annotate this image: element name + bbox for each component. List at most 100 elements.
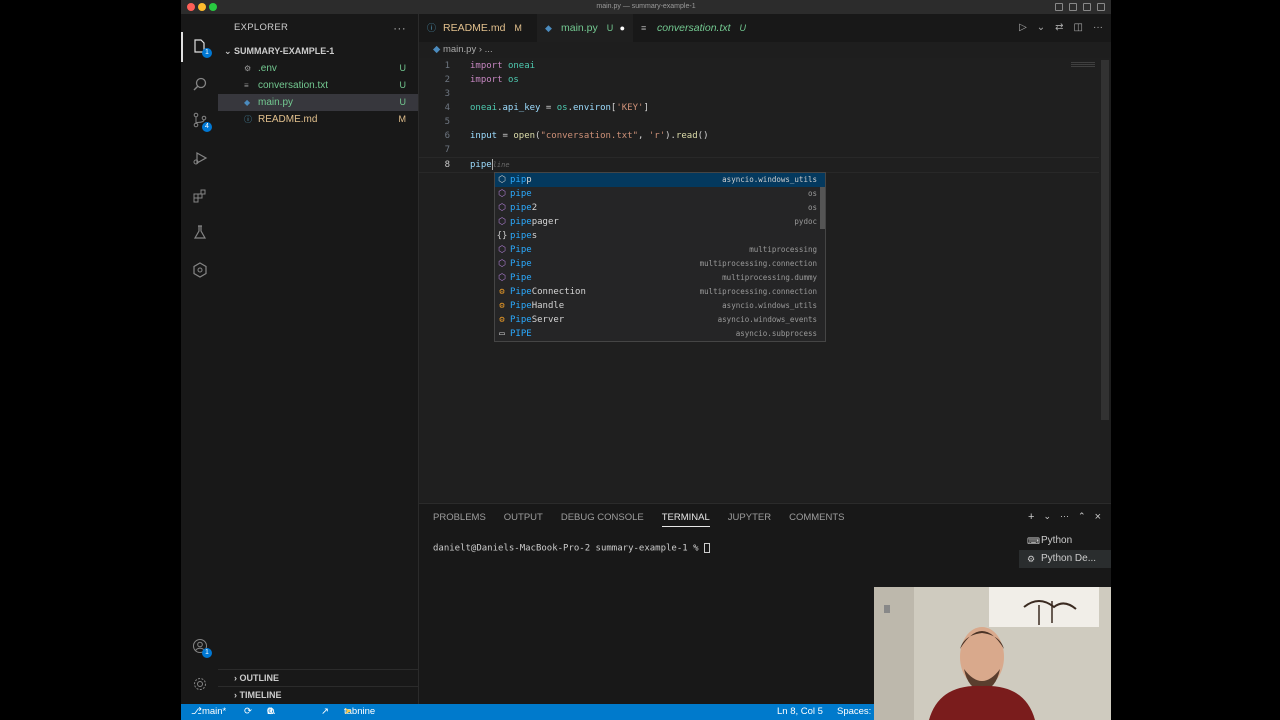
warning-count: 0 xyxy=(267,706,273,717)
python-file-icon: ◆ xyxy=(244,98,251,107)
tab-conversation[interactable]: ≡ conversation.txt U xyxy=(633,14,763,42)
toggle-panel-icon[interactable] xyxy=(1069,3,1077,11)
split-editor-icon[interactable]: ◫ xyxy=(1074,22,1083,33)
suggestion-item[interactable]: ⚙ PipeServer asyncio.windows_events xyxy=(495,313,825,327)
info-file-icon: ⓘ xyxy=(244,115,252,124)
python-file-icon: ◆ xyxy=(545,23,552,33)
tab-flag: U xyxy=(606,23,614,33)
active-indicator xyxy=(181,32,183,62)
class-icon: ⚙ xyxy=(499,287,505,297)
breadcrumb-separator: › xyxy=(478,44,483,55)
suggestion-item[interactable]: ▭ PIPE asyncio.subprocess xyxy=(495,327,825,341)
suggestion-item[interactable]: ⬡ pipe os xyxy=(495,187,825,201)
accounts-badge: 1 xyxy=(202,648,212,658)
suggestion-item[interactable]: ⬡ pipe2 os xyxy=(495,201,825,215)
file-item-readme[interactable]: ⓘ README.md M xyxy=(218,111,418,128)
sync-icon[interactable]: ⟳ xyxy=(244,704,252,720)
ghost-suggestion: line xyxy=(492,161,510,169)
git-status-badge: M xyxy=(398,114,407,124)
suggestion-detail: pydoc xyxy=(794,217,817,226)
more-actions-icon[interactable]: ··· xyxy=(393,14,406,42)
source-control-icon[interactable]: 4 xyxy=(190,110,212,132)
braces-icon: {} xyxy=(496,231,508,241)
run-file-icon[interactable]: ▷ xyxy=(1019,22,1027,33)
suggestion-label: pipe xyxy=(510,189,532,199)
code-text: oneai.api_key = os.environ['KEY'] xyxy=(470,103,649,113)
suggestion-label: PipeConnection xyxy=(510,287,586,297)
accounts-icon[interactable]: 1 xyxy=(190,636,212,658)
explorer-title: EXPLORER xyxy=(234,22,289,33)
indentation[interactable]: Spaces: xyxy=(837,704,871,720)
minimize-window-button[interactable] xyxy=(198,3,206,11)
line-number: 4 xyxy=(444,103,450,113)
branch-item[interactable]: ⎇ main* xyxy=(191,704,226,720)
toggle-secondary-sidebar-icon[interactable] xyxy=(1083,3,1091,11)
explorer-icon[interactable]: 1 xyxy=(190,36,212,58)
timeline-section[interactable]: › TIMELINE xyxy=(218,686,418,703)
suggestion-item[interactable]: ⚙ PipeConnection multiprocessing.connectio… xyxy=(495,285,825,299)
code-line: 5 xyxy=(419,115,1099,129)
run-debug-icon[interactable] xyxy=(190,148,210,168)
close-window-button[interactable] xyxy=(187,3,195,11)
file-item-main[interactable]: ◆ main.py U xyxy=(218,94,418,111)
suggestion-label: PIPE xyxy=(510,329,532,339)
toggle-sidebar-icon[interactable] xyxy=(1055,3,1063,11)
breadcrumb-more[interactable]: ... xyxy=(485,44,493,55)
code-line: 4 oneai.api_key = os.environ['KEY'] xyxy=(419,101,1099,115)
new-terminal-icon[interactable]: + xyxy=(1028,511,1034,523)
suggestion-label: Pipe xyxy=(510,259,532,269)
compare-changes-icon[interactable]: ⇄ xyxy=(1055,22,1063,33)
tab-jupyter[interactable]: JUPYTER xyxy=(728,512,771,527)
live-share-icon[interactable]: ↗ xyxy=(321,704,329,720)
file-name: .env xyxy=(258,63,277,74)
line-number: 6 xyxy=(444,131,450,141)
file-item-conversation[interactable]: ≡ conversation.txt U xyxy=(218,77,418,94)
search-icon[interactable] xyxy=(190,74,210,94)
terminal-item-python-debug[interactable]: ⚙ Python De... xyxy=(1019,550,1111,568)
suggestion-item[interactable]: ⬡ Pipe multiprocessing xyxy=(495,243,825,257)
run-menu-chevron-icon[interactable]: ⌄ xyxy=(1037,22,1045,33)
terminal-dropdown-chevron-icon[interactable]: ⌄ xyxy=(1043,511,1051,523)
suggestion-item[interactable]: ⬡ Pipe multiprocessing.dummy xyxy=(495,271,825,285)
code-line: 6 input = open("conversation.txt", 'r').… xyxy=(419,129,1099,143)
testing-icon[interactable] xyxy=(190,222,210,242)
outline-section[interactable]: › OUTLINE xyxy=(218,669,418,686)
suggestion-item[interactable]: ⬡ Pipe multiprocessing.connection xyxy=(495,257,825,271)
code-line: 7 xyxy=(419,143,1099,157)
suggestion-item[interactable]: ⬡ pipp asyncio.windows_utils xyxy=(495,173,825,187)
file-name: conversation.txt xyxy=(258,80,329,91)
tab-readme[interactable]: ⓘ README.md M xyxy=(419,14,537,42)
tab-debug-console[interactable]: DEBUG CONSOLE xyxy=(561,512,644,527)
tab-main[interactable]: ◆ main.py U ● xyxy=(537,14,633,42)
editor-scrollbar[interactable] xyxy=(1101,60,1109,420)
module-icon: ⬡ xyxy=(498,259,506,269)
settings-gear-icon[interactable] xyxy=(190,674,210,694)
unsaved-dot-icon[interactable]: ● xyxy=(620,14,625,42)
zoom-window-button[interactable] xyxy=(209,3,217,11)
terminal-item-python[interactable]: ⌨ Python xyxy=(1019,532,1111,550)
terminal-prompt-line[interactable]: danielt@Daniels-MacBook-Pro-2 summary-ex… xyxy=(433,543,710,554)
more-actions-icon[interactable]: ··· xyxy=(1060,511,1069,523)
suggestion-item[interactable]: ⚙ PipeHandle asyncio.windows_utils xyxy=(495,299,825,313)
suggestion-item[interactable]: {} pipes xyxy=(495,229,825,243)
maximize-panel-icon[interactable]: ⌃ xyxy=(1078,511,1086,523)
tab-problems[interactable]: PROBLEMS xyxy=(433,512,486,527)
tab-comments[interactable]: COMMENTS xyxy=(789,512,844,527)
extensions-icon[interactable] xyxy=(190,186,210,206)
file-item-env[interactable]: ⚙ .env U xyxy=(218,60,418,77)
suggestion-detail: asyncio.windows_utils xyxy=(722,301,817,310)
folder-root[interactable]: ⌄ SUMMARY-EXAMPLE-1 xyxy=(218,42,418,60)
customize-layout-icon[interactable] xyxy=(1097,3,1105,11)
tab-terminal[interactable]: TERMINAL xyxy=(661,512,710,527)
cursor-position[interactable]: Ln 8, Col 5 xyxy=(777,704,823,720)
breadcrumb-file[interactable]: main.py xyxy=(443,44,476,55)
remote-explorer-icon[interactable] xyxy=(190,260,210,280)
panel-actions: + ⌄ ··· ⌃ × xyxy=(1028,511,1101,523)
editor-tabs: ⓘ README.md M ◆ main.py U ● ≡ conversati… xyxy=(419,14,1111,42)
suggestion-item[interactable]: ⬡ pipepager pydoc xyxy=(495,215,825,229)
code-line: 2 import os xyxy=(419,73,1099,87)
more-actions-icon[interactable]: ··· xyxy=(1093,22,1103,33)
tab-output[interactable]: OUTPUT xyxy=(504,512,543,527)
suggestion-detail: multiprocessing.dummy xyxy=(722,273,817,282)
close-panel-icon[interactable]: × xyxy=(1095,511,1101,523)
